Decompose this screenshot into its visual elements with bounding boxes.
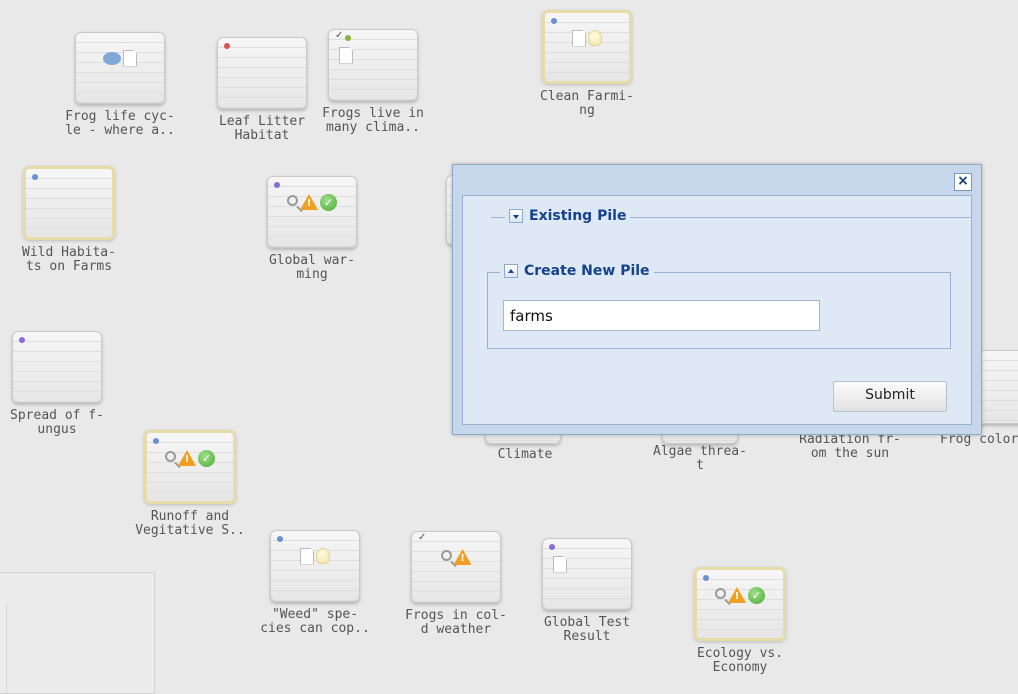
warning-icon: ! (178, 450, 196, 466)
card-label: Global war- ming (268, 253, 356, 282)
card-label: Frogs live in many clima.. (322, 106, 424, 135)
magnifier-icon (440, 549, 452, 561)
create-pile-dialog: × Existing Pile Create New Pile farms Su… (452, 164, 982, 435)
magnifier-icon (287, 194, 298, 206)
side-panel (0, 572, 155, 694)
document-icon (123, 49, 137, 67)
checkmark-small-icon: ✓ (335, 30, 344, 41)
status-dot (274, 182, 280, 188)
card-label-algae: Algae threa- t (653, 444, 747, 473)
card-tile[interactable] (542, 538, 632, 610)
card-clean-farming[interactable]: Clean Farmi- ng (497, 10, 677, 118)
card-tile[interactable] (75, 32, 165, 104)
document-icon (300, 547, 314, 565)
status-dot (703, 575, 709, 581)
card-global-warming[interactable]: ! ✓ Global war- ming (222, 176, 402, 282)
status-dot (153, 438, 159, 444)
create-new-pile-label: Create New Pile (524, 263, 650, 279)
magnifier-icon (715, 587, 726, 599)
card-label: Wild Habita- ts on Farms (22, 245, 116, 274)
card-tile[interactable]: ! ✓ (144, 430, 236, 504)
status-dot (277, 536, 283, 542)
card-tile[interactable]: ! ✓ (694, 567, 786, 641)
submit-button[interactable]: Submit (833, 381, 947, 412)
document-icon (572, 29, 586, 47)
status-dot (32, 174, 38, 180)
lightbulb-icon (588, 30, 602, 46)
card-tile[interactable] (542, 10, 632, 84)
create-new-pile-legend[interactable]: Create New Pile (500, 263, 654, 279)
status-dot (19, 337, 25, 343)
existing-pile-fieldset: Existing Pile (491, 208, 971, 224)
checkmark-icon: ✓ (320, 193, 337, 211)
pile-name-input[interactable]: farms (503, 300, 820, 331)
card-label-climate: Climate (497, 447, 553, 462)
status-dot (551, 18, 557, 24)
card-wild-habitats[interactable]: Wild Habita- ts on Farms (0, 166, 159, 274)
collapse-icon[interactable] (504, 264, 518, 278)
card-label: Ecology vs. Economy (696, 646, 784, 675)
card-ecology-economy[interactable]: ! ✓ Ecology vs. Economy (650, 567, 830, 675)
checkmark-icon: ✓ (748, 586, 765, 604)
dialog-body: Existing Pile Create New Pile farms Subm… (462, 195, 972, 425)
close-button[interactable]: × (954, 173, 972, 191)
card-tile[interactable]: ✓ (328, 29, 418, 101)
document-icon (553, 555, 567, 573)
card-spread-fungus[interactable]: Spread of f- ungus (0, 331, 147, 437)
status-dot (224, 43, 230, 49)
card-runoff[interactable]: ! ✓ Runoff and Vegitative S.. (100, 430, 280, 538)
lightbulb-icon (316, 548, 330, 564)
magnifier-icon (165, 450, 176, 462)
card-tile[interactable] (12, 331, 102, 403)
warning-icon: ! (453, 549, 472, 565)
create-new-pile-fieldset: Create New Pile farms (487, 263, 951, 349)
status-dot (549, 544, 555, 550)
card-tile[interactable] (23, 166, 115, 240)
card-label-frog-color: Frog color (940, 432, 1018, 447)
warning-icon: ! (728, 587, 746, 603)
checkmark-icon: ✓ (198, 449, 215, 467)
card-frogs-live[interactable]: ✓ Frogs live in many clima.. (283, 29, 463, 135)
card-tile[interactable]: ! ✓ (267, 176, 357, 248)
expand-icon[interactable] (509, 209, 523, 223)
card-label: Clean Farmi- ng (540, 89, 634, 118)
document-icon (339, 46, 353, 64)
card-label-radiation: Radiation fr- om the sun (799, 432, 901, 461)
checkmark-small-icon: ✓ (418, 532, 427, 543)
warning-icon: ! (300, 194, 318, 210)
card-tile[interactable] (270, 530, 360, 602)
card-tile[interactable]: ✓ ! (411, 531, 501, 603)
speech-icon (103, 51, 121, 65)
status-dot (345, 35, 351, 41)
existing-pile-label: Existing Pile (529, 208, 627, 224)
existing-pile-legend[interactable]: Existing Pile (505, 208, 631, 224)
